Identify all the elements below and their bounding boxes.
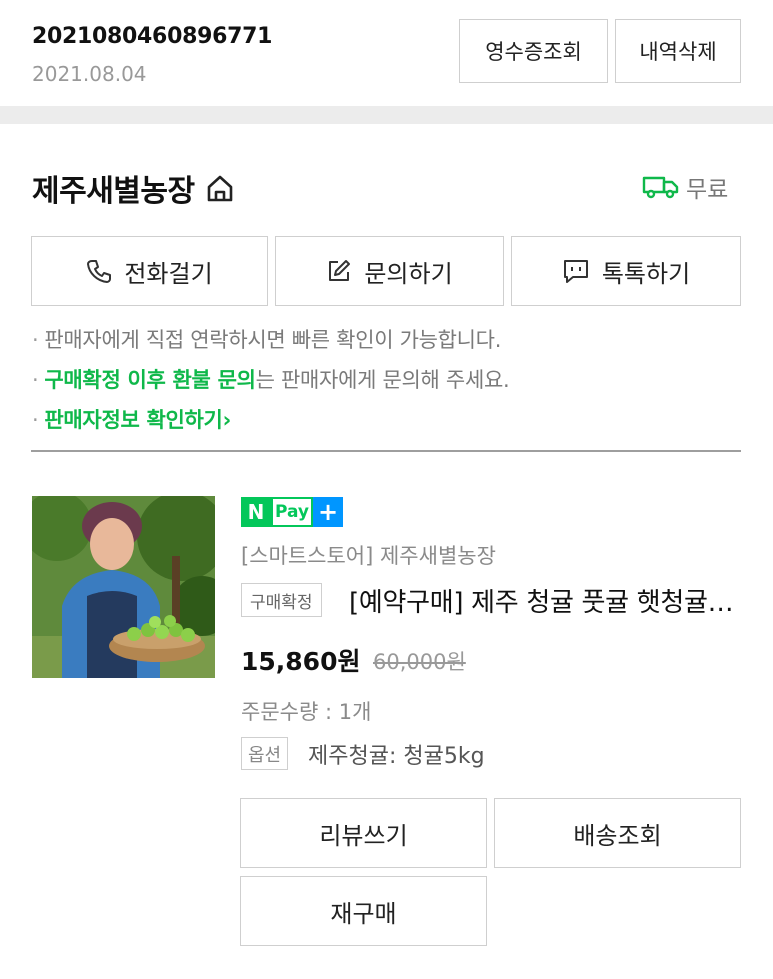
notice-contact: · 판매자에게 직접 연락하시면 빠른 확인이 가능합니다.	[32, 328, 502, 352]
call-button[interactable]: 전화걸기	[31, 236, 268, 306]
section-divider	[0, 106, 773, 124]
product-thumbnail[interactable]	[32, 496, 215, 678]
truck-icon	[642, 176, 679, 199]
phone-icon	[87, 260, 112, 283]
seller-name[interactable]: [스마트스토어] 제주새별농장	[241, 540, 496, 570]
receipt-button[interactable]: 영수증조회	[459, 19, 608, 83]
edit-icon	[329, 260, 351, 281]
divider-line	[31, 450, 741, 452]
option-badge: 옵션	[241, 737, 289, 770]
delete-history-button[interactable]: 내역삭제	[615, 19, 741, 83]
rebuy-button[interactable]: 재구매	[240, 876, 487, 946]
npay-plus-badge: N Pay +	[241, 497, 343, 527]
inquiry-button[interactable]: 문의하기	[275, 236, 504, 306]
seller-info-link[interactable]: · 판매자정보 확인하기›	[32, 404, 231, 434]
write-review-button[interactable]: 리뷰쓰기	[240, 798, 487, 868]
product-name[interactable]: [예약구매] 제주 청귤 풋귤 햇청귤 5kg 10kg	[349, 582, 741, 619]
inquiry-label: 문의하기	[364, 259, 453, 288]
chevron-right-icon: ›	[222, 408, 232, 432]
order-date: 2021.08.04	[32, 62, 147, 86]
refund-highlight: 구매확정 이후 환불 문의	[44, 368, 256, 392]
status-badge: 구매확정	[241, 583, 322, 617]
shipping-fee: 무료	[686, 177, 729, 203]
home-icon[interactable]	[205, 173, 235, 203]
talk-label: 톡톡하기	[601, 259, 691, 288]
order-number: 2021080460896771	[32, 24, 273, 49]
track-delivery-button[interactable]: 배송조회	[494, 798, 741, 868]
notice-refund: · 구매확정 이후 환불 문의는 판매자에게 문의해 주세요.	[32, 368, 510, 392]
call-label: 전화걸기	[124, 259, 213, 288]
talk-button[interactable]: 톡톡하기	[511, 236, 741, 306]
store-header[interactable]: 제주새별농장	[32, 166, 235, 210]
original-price: 60,000원	[373, 650, 466, 674]
chat-icon	[563, 260, 588, 283]
store-name[interactable]: 제주새별농장	[32, 166, 195, 210]
order-quantity: 주문수량 : 1개	[241, 700, 372, 724]
sale-price: 15,860원	[241, 647, 361, 676]
shipping-info: 무료	[642, 170, 728, 204]
option-value: 제주청귤: 청귤5kg	[308, 744, 485, 769]
